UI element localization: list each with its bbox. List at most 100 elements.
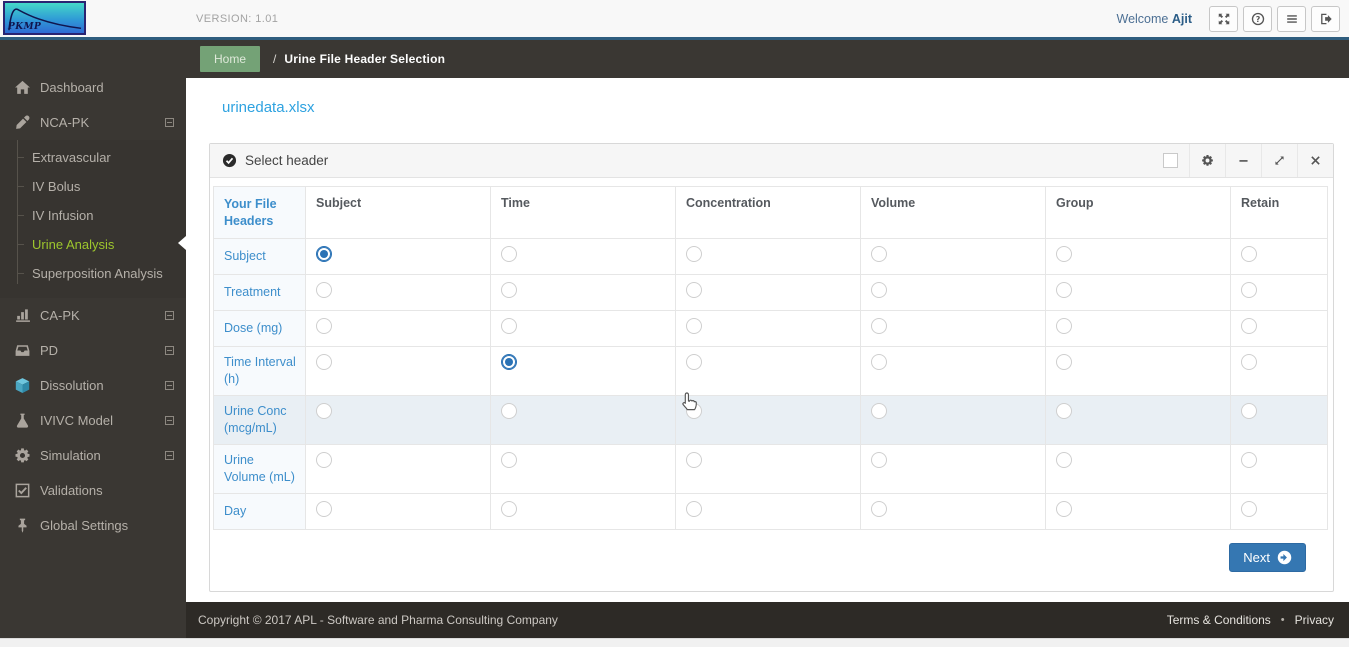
welcome-prefix: Welcome: [1116, 11, 1169, 26]
radio-dose-concentration[interactable]: [686, 318, 702, 334]
radio-treatment-time[interactable]: [501, 282, 517, 298]
main-layout: Dashboard NCA-PK Extravascular IV Bolus …: [0, 40, 1349, 638]
radio-timeinterval-retain[interactable]: [1241, 354, 1257, 370]
file-name-link[interactable]: urinedata.xlsx: [222, 99, 315, 116]
radio-urinevolume-retain[interactable]: [1241, 452, 1257, 468]
expand-toggle-icon[interactable]: [165, 416, 174, 425]
radio-urineconc-subject[interactable]: [316, 403, 332, 419]
radio-urineconc-concentration[interactable]: [686, 403, 702, 419]
cell: [675, 238, 861, 275]
sidebar-item-ca-pk[interactable]: CA-PK: [0, 298, 186, 333]
sidebar-item-simulation[interactable]: Simulation: [0, 438, 186, 473]
radio-subject-group[interactable]: [1056, 246, 1072, 262]
radio-urinevolume-time[interactable]: [501, 452, 517, 468]
radio-subject-volume[interactable]: [871, 246, 887, 262]
radio-urinevolume-subject[interactable]: [316, 452, 332, 468]
panel-expand-button[interactable]: [1261, 144, 1297, 177]
radio-dose-group[interactable]: [1056, 318, 1072, 334]
expand-toggle-icon[interactable]: [165, 381, 174, 390]
terms-link[interactable]: Terms & Conditions: [1167, 613, 1271, 627]
radio-urinevolume-group[interactable]: [1056, 452, 1072, 468]
column-header-time: Time: [490, 186, 676, 239]
sidebar-subitem-urine-analysis[interactable]: Urine Analysis: [0, 230, 186, 259]
expand-toggle-icon[interactable]: [165, 311, 174, 320]
menu-button[interactable]: [1277, 5, 1306, 32]
sidebar-item-pd[interactable]: PD: [0, 333, 186, 368]
cell: [675, 346, 861, 396]
panel-checkbox[interactable]: [1152, 144, 1189, 177]
radio-timeinterval-subject[interactable]: [316, 354, 332, 370]
radio-timeinterval-time[interactable]: [501, 354, 517, 370]
app-window: PKMP VERSION: 1.01 Welcome Ajit ? Dashbo…: [0, 0, 1349, 647]
cell: [305, 395, 491, 445]
main-area: Home / Urine File Header Selection urine…: [186, 40, 1349, 638]
check-square-icon: [14, 482, 31, 499]
radio-urinevolume-volume[interactable]: [871, 452, 887, 468]
radio-day-volume[interactable]: [871, 501, 887, 517]
radio-dose-subject[interactable]: [316, 318, 332, 334]
cell: [305, 346, 491, 396]
radio-subject-subject[interactable]: [316, 246, 332, 262]
sidebar-item-dissolution[interactable]: Dissolution: [0, 368, 186, 403]
next-button[interactable]: Next: [1229, 543, 1306, 572]
radio-treatment-volume[interactable]: [871, 282, 887, 298]
panel-collapse-button[interactable]: [1225, 144, 1261, 177]
fullscreen-button[interactable]: [1209, 5, 1238, 32]
cell: [490, 395, 676, 445]
radio-subject-time[interactable]: [501, 246, 517, 262]
radio-day-group[interactable]: [1056, 501, 1072, 517]
column-header-volume: Volume: [860, 186, 1046, 239]
radio-timeinterval-volume[interactable]: [871, 354, 887, 370]
sidebar-item-ivivc-model[interactable]: IVIVC Model: [0, 403, 186, 438]
radio-treatment-group[interactable]: [1056, 282, 1072, 298]
radio-urineconc-time[interactable]: [501, 403, 517, 419]
sidebar-item-global-settings[interactable]: Global Settings: [0, 508, 186, 543]
radio-subject-concentration[interactable]: [686, 246, 702, 262]
app-logo: PKMP: [3, 1, 86, 35]
sidebar-subitem-iv-bolus[interactable]: IV Bolus: [0, 172, 186, 201]
radio-timeinterval-group[interactable]: [1056, 354, 1072, 370]
sidebar-item-label: Global Settings: [40, 518, 129, 533]
sidebar-item-nca-pk[interactable]: NCA-PK: [0, 105, 186, 140]
expand-toggle-icon[interactable]: [165, 451, 174, 460]
privacy-link[interactable]: Privacy: [1295, 613, 1334, 627]
radio-subject-retain[interactable]: [1241, 246, 1257, 262]
table-row-time-interval: Time Interval (h): [213, 346, 1328, 396]
row-label: Time Interval (h): [213, 346, 306, 396]
collapse-toggle-icon[interactable]: [165, 118, 174, 127]
help-button[interactable]: ?: [1243, 5, 1272, 32]
radio-day-concentration[interactable]: [686, 501, 702, 517]
radio-day-retain[interactable]: [1241, 501, 1257, 517]
sidebar-item-validations[interactable]: Validations: [0, 473, 186, 508]
radio-treatment-subject[interactable]: [316, 282, 332, 298]
logout-button[interactable]: [1311, 5, 1340, 32]
radio-dose-volume[interactable]: [871, 318, 887, 334]
logout-icon: [1320, 13, 1332, 24]
radio-treatment-concentration[interactable]: [686, 282, 702, 298]
cell: [1045, 493, 1231, 530]
radio-day-time[interactable]: [501, 501, 517, 517]
cell: [490, 346, 676, 396]
radio-urineconc-retain[interactable]: [1241, 403, 1257, 419]
radio-dose-retain[interactable]: [1241, 318, 1257, 334]
radio-urineconc-group[interactable]: [1056, 403, 1072, 419]
sidebar-item-label: NCA-PK: [40, 115, 90, 130]
sidebar-subitem-iv-infusion[interactable]: IV Infusion: [0, 201, 186, 230]
radio-day-subject[interactable]: [316, 501, 332, 517]
sidebar-subitem-extravascular[interactable]: Extravascular: [0, 143, 186, 172]
expand-toggle-icon[interactable]: [165, 346, 174, 355]
fullscreen-icon: [1218, 13, 1229, 24]
sidebar-item-label: CA-PK: [40, 308, 80, 323]
radio-treatment-retain[interactable]: [1241, 282, 1257, 298]
panel-settings-button[interactable]: [1189, 144, 1225, 177]
radio-urineconc-volume[interactable]: [871, 403, 887, 419]
radio-urinevolume-concentration[interactable]: [686, 452, 702, 468]
radio-timeinterval-concentration[interactable]: [686, 354, 702, 370]
sidebar-subitem-superposition-analysis[interactable]: Superposition Analysis: [0, 259, 186, 288]
radio-dose-time[interactable]: [501, 318, 517, 334]
breadcrumb-home-button[interactable]: Home: [200, 46, 261, 72]
sidebar-nav: Dashboard NCA-PK Extravascular IV Bolus …: [0, 40, 186, 543]
sidebar-item-dashboard[interactable]: Dashboard: [0, 70, 186, 105]
topbar-actions: Welcome Ajit ?: [1116, 0, 1340, 37]
panel-close-button[interactable]: [1297, 144, 1333, 177]
